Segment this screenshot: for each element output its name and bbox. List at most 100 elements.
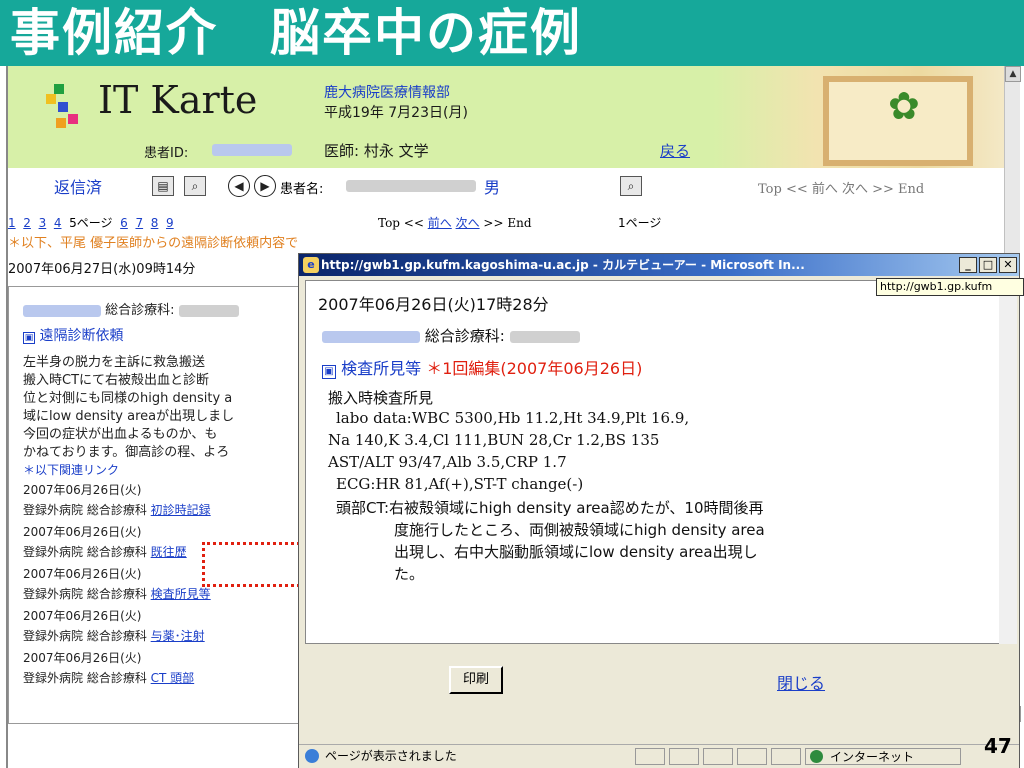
slide-title: 事例紹介 脳卒中の症例 [0,0,1024,66]
related-link[interactable]: 検査所見等 [151,587,211,601]
related-link[interactable]: 既往歴 [151,545,187,559]
related-prefix: 登録外病院 総合診療科 [23,503,147,517]
exam-line: AST/ALT 93/47,Alb 3.5,CRP 1.7 [328,453,567,471]
close-button[interactable]: ✕ [999,257,1017,273]
page-link[interactable]: 1 [8,216,16,230]
related-link[interactable]: 与薬･注射 [151,629,205,643]
scroll-up-icon[interactable]: ▲ [1005,66,1021,82]
popup-datetime: 2007年06月26日(火)17時28分 [318,295,549,314]
page-nav: 1 2 3 4 5ページ 6 7 8 9 [8,214,174,231]
page-link[interactable]: 4 [54,216,62,230]
page-loaded-icon [305,749,319,763]
karte-logo-text: IT Karte [98,78,258,122]
status-text: ページが表示されました [325,749,457,763]
nav-end[interactable]: >> End [483,216,531,230]
zone-text: インターネット [830,750,915,764]
search-icon[interactable]: ⌕ [184,176,206,196]
left-dept-label: 総合診療科: [105,303,175,318]
exam-line: 搬入時検査所見 [328,389,434,407]
popup-section-title: 検査所見等 [341,359,422,378]
page-link[interactable]: 6 [120,216,128,230]
notice-text: ＊以下、平尾 優子医師からの遠隔診断依頼内容です [8,236,298,251]
patient-id-redacted [212,144,292,156]
patient-name-label: 患者名: [280,182,324,197]
related-prefix: 登録外病院 総合診療科 [23,671,147,685]
exam-line: 出現し、右中大脳動脈領域にlow density area出現し [394,543,758,561]
nav-next-link[interactable]: 次へ [456,216,480,230]
left-body-line: 搬入時CTにて右被殻出血と診断 [23,373,210,388]
popup-titlebar[interactable]: e http://gwb1.gp.kufm.kagoshima-u.ac.jp … [299,254,1019,276]
related-date: 2007年06月26日(火) [23,651,142,665]
left-section-title: 遠隔診断依頼 [39,328,124,344]
status-bar: ページが表示されました インターネット [299,744,1019,768]
exam-line: 度施行したところ、両側被殻領域にhigh density area [394,521,765,539]
related-date: 2007年06月26日(火) [23,609,142,623]
hospital-redacted [23,304,101,317]
left-section-title-row: ▣ 遠隔診断依頼 [23,325,123,345]
section-icon: ▣ [322,365,336,379]
zone-cell: インターネット [805,748,961,765]
status-cell [737,748,767,765]
popup-hospital-redacted [322,330,420,343]
nav-top-right: Top << 前へ 次へ >> End [758,182,925,197]
nav-prev-link[interactable]: 前へ [428,216,452,230]
doctor-redacted [178,304,239,317]
popup-title-text: http://gwb1.gp.kufm.kagoshima-u.ac.jp - … [321,258,805,272]
page-link[interactable]: 9 [166,216,174,230]
related-prefix: 登録外病院 総合診療科 [23,629,147,643]
print-button[interactable]: 印刷 [449,666,503,694]
popup-doctor-redacted [509,330,580,343]
url-tooltip: http://gwb1.gp.kufm [876,278,1024,296]
karte-logo-icon [46,84,86,134]
karte-header: IT Karte 鹿大病院医療情報部 平成19年 7月23日(月) 患者ID: … [8,66,1008,168]
patient-sex: 男 [484,178,501,197]
header-photo: ✿ [713,66,1008,168]
patient-name-redacted [346,180,476,192]
next-arrow-icon[interactable]: ▶ [254,175,276,197]
plant-icon: ✿ [888,84,920,128]
exam-line: Na 140,K 3.4,Cl 111,BUN 28,Cr 1.2,BS 135 [328,431,660,449]
left-body-line: 今回の症状が出血よるものか、も [23,427,218,442]
page-link[interactable]: 7 [135,216,143,230]
popup-dept-label: 総合診療科: [424,327,505,345]
status-cell [669,748,699,765]
status-cell [635,748,665,765]
close-link[interactable]: 閉じる [777,670,825,694]
exam-line: ECG:HR 81,Af(+),ST-T change(-) [336,475,584,493]
left-record-panel: 総合診療科: ▣ 遠隔診断依頼 左半身の脱力を主訴に救急搬送 搬入時CTにて右被… [8,286,308,724]
left-body-line: 左半身の脱力を主訴に救急搬送 [23,355,206,370]
page-1-label: 1ページ [618,216,662,230]
related-link[interactable]: 初診時記録 [151,503,211,517]
related-links-label: ＊以下関連リンク [23,463,120,477]
page-link[interactable]: 3 [39,216,47,230]
karte-viewer-popup: e http://gwb1.gp.kufm.kagoshima-u.ac.jp … [298,253,1020,768]
minimize-button[interactable]: _ [959,257,977,273]
popup-edit-note: ＊1回編集(2007年06月26日) [426,359,643,378]
popup-scrollbar[interactable]: ▲ [999,280,1017,644]
nav-top[interactable]: Top << [378,216,424,230]
doctor-name: 医師: 村永 文学 [324,142,429,160]
page-link[interactable]: 8 [151,216,159,230]
reply-status: 返信済 [54,178,103,197]
related-prefix: 登録外病院 総合診療科 [23,587,147,601]
left-datetime: 2007年06月27日(水)09時14分 [8,262,196,277]
related-row: 登録外病院 総合診療科 既往歴 [23,543,187,560]
related-date: 2007年06月26日(火) [23,483,142,497]
maximize-button[interactable]: □ [979,257,997,273]
related-row: 登録外病院 総合診療科 検査所見等 [23,585,211,602]
patient-id-label: 患者ID: [144,146,189,161]
record-icon[interactable]: ▤ [152,176,174,196]
zoom-icon[interactable]: ⌕ [620,176,642,196]
exam-line: labo data:WBC 5300,Hb 11.2,Ht 34.9,Plt 1… [336,409,690,427]
left-body-line: 位と対側にも同様のhigh density a [23,391,233,406]
exam-line: 頭部CT:右被殻領域にhigh density area認めたが、10時間後再 [336,499,764,517]
back-link[interactable]: 戻る [660,140,690,161]
status-cell [771,748,801,765]
current-page: 5ページ [69,216,113,230]
popup-content: 2007年06月26日(火)17時28分 総合診療科: ▣ 検査所見等 ＊1回編… [305,280,1001,644]
page-link[interactable]: 2 [23,216,31,230]
prev-arrow-icon[interactable]: ◀ [228,175,250,197]
dept-name: 鹿大病院医療情報部 [324,85,450,101]
related-link[interactable]: CT 頭部 [151,671,195,685]
exam-line: た。 [394,565,425,583]
